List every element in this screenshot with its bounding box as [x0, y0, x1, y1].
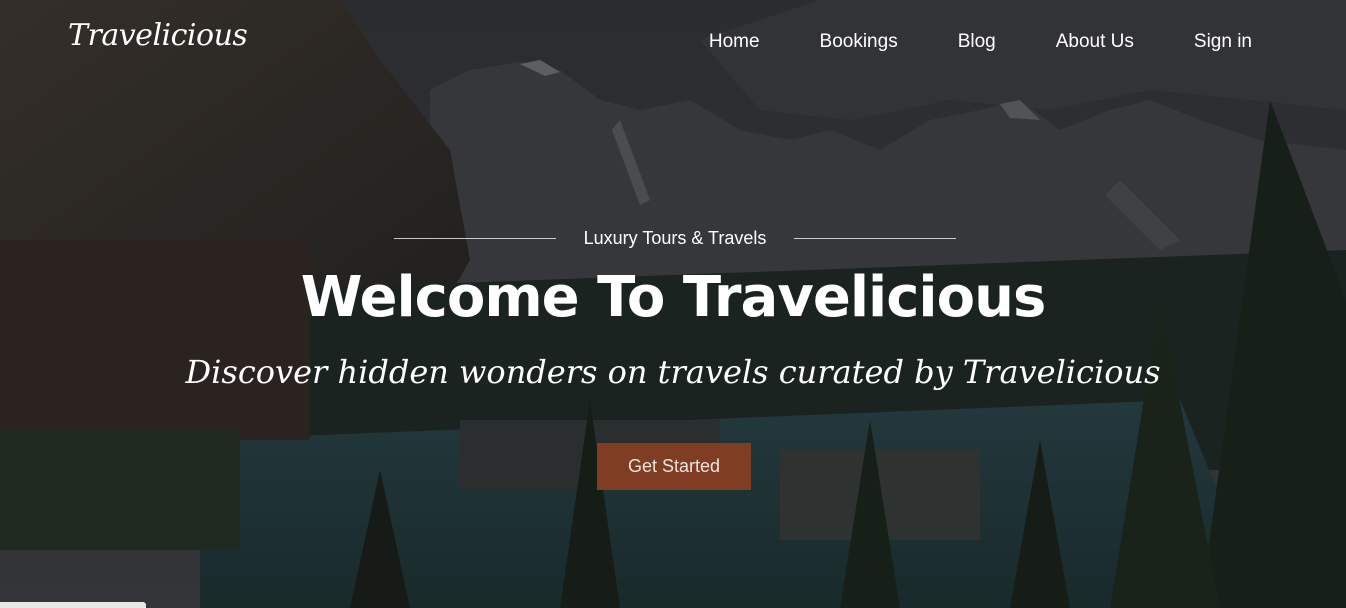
top-navigation: Travelicious Home Bookings Blog About Us… [0, 0, 1346, 84]
hero-tagline: Discover hidden wonders on travels curat… [185, 353, 1161, 391]
subtitle-right-divider [794, 237, 956, 239]
nav-menu: Home Bookings Blog About Us Sign in [709, 30, 1252, 54]
hero-section: Travelicious Home Bookings Blog About Us… [0, 0, 1346, 608]
subtitle-left-divider [394, 237, 556, 239]
hero-subtitle-row: Luxury Tours & Travels [394, 226, 956, 250]
hero-subtitle: Luxury Tours & Travels [583, 227, 767, 248]
site-logo[interactable]: Travelicious [68, 18, 248, 53]
get-started-button[interactable]: Get Started [597, 443, 751, 490]
nav-link-about-us[interactable]: About Us [1056, 30, 1134, 54]
nav-link-blog[interactable]: Blog [958, 30, 996, 54]
nav-link-bookings[interactable]: Bookings [820, 30, 898, 54]
nav-link-home[interactable]: Home [709, 30, 760, 54]
horizontal-scrollbar-thumb[interactable] [0, 602, 146, 608]
nav-link-sign-in[interactable]: Sign in [1194, 30, 1252, 54]
hero-headline: Welcome To Travelicious [300, 265, 1047, 330]
